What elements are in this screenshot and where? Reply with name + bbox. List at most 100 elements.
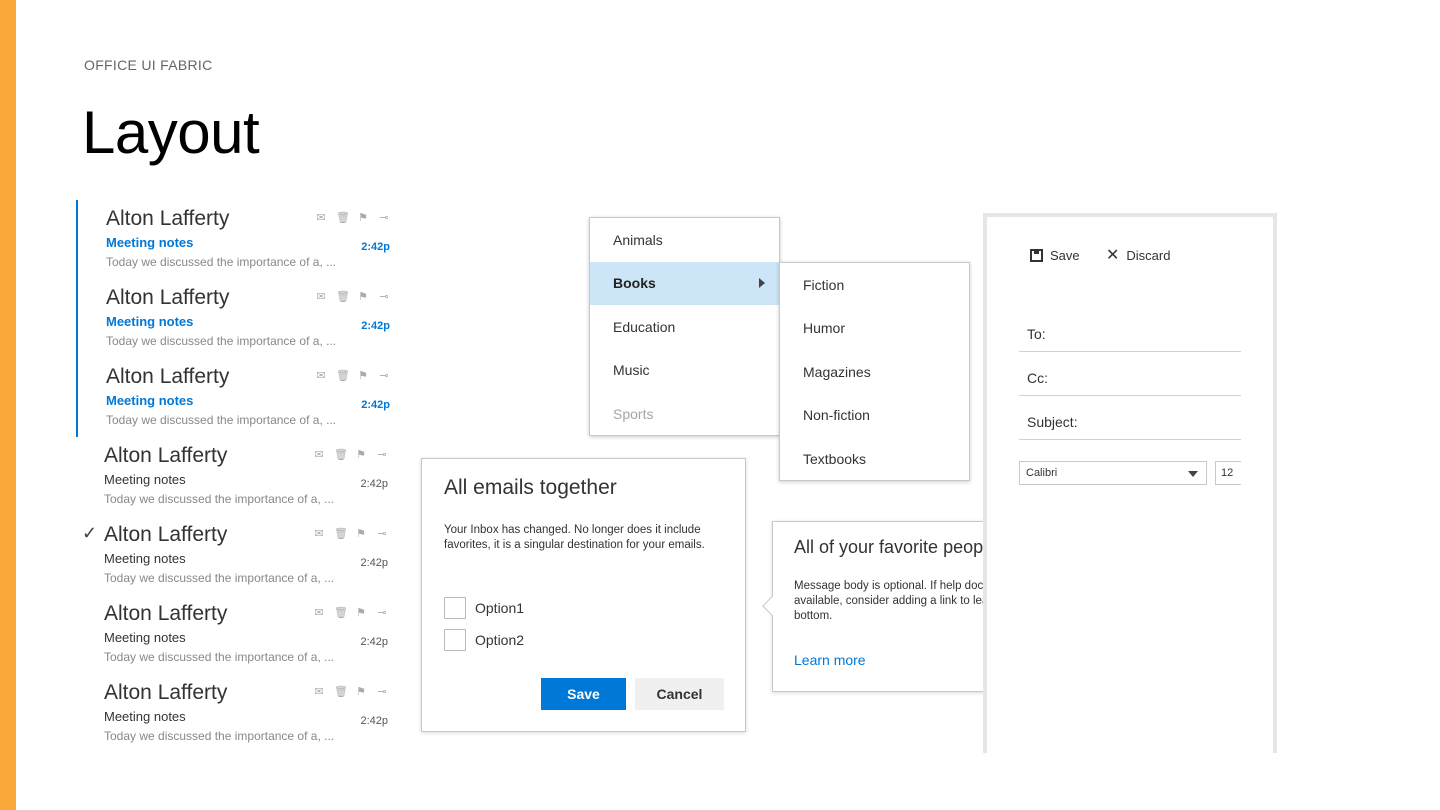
sender-name: Alton Lafferty [104, 602, 228, 625]
checkbox-box[interactable] [444, 597, 466, 619]
submenu: Fiction Humor Magazines Non-fiction Text… [779, 262, 970, 481]
mail-list-item[interactable]: Alton Lafferty Meeting notes 2:42p Today we… [76, 674, 396, 753]
pin-icon[interactable]: ⊸ [378, 369, 390, 382]
trash-icon[interactable]: 🗑 [334, 527, 348, 540]
option1-checkbox[interactable]: Option1 [444, 597, 524, 619]
menu-item-label: Sports [613, 405, 654, 422]
mail-subject: Meeting notes [104, 472, 186, 487]
mail-item-content: Alton Lafferty Meeting notes 2:42p Today we… [104, 437, 394, 516]
flag-icon[interactable]: ⚑ [355, 527, 367, 540]
chevron-right-icon [759, 277, 765, 288]
save-button[interactable]: Save [541, 678, 626, 710]
discard-label: Discard [1126, 248, 1171, 263]
mail-item-content: Alton Lafferty Meeting notes 2:42p Today we… [106, 200, 396, 279]
mail-icon[interactable]: ✉ [313, 527, 325, 540]
menu-item-education[interactable]: Education [590, 305, 779, 349]
mail-time: 2:42p [361, 241, 390, 253]
flag-icon[interactable]: ⚑ [355, 685, 367, 698]
menu-item-music[interactable]: Music [590, 349, 779, 393]
submenu-item-non-fiction[interactable]: Non-fiction [780, 394, 969, 438]
cc-field[interactable]: Cc: [1019, 352, 1241, 396]
accent-bar [0, 0, 16, 810]
checkbox-box[interactable] [444, 629, 466, 651]
mail-subject: Meeting notes [106, 314, 194, 329]
mail-icon[interactable]: ✉ [313, 606, 325, 619]
option2-checkbox[interactable]: Option2 [444, 629, 524, 651]
sender-name: Alton Lafferty [104, 523, 228, 546]
mail-list-item[interactable]: Alton Lafferty Meeting notes 2:42p Today we… [76, 358, 396, 437]
discard-button[interactable]: ✕ Discard [1106, 248, 1171, 264]
context-menu: Animals Books Education Music Sports [589, 217, 780, 436]
mail-actions: ✉ 🗑 ⚑ ⊸ [315, 290, 390, 303]
trash-icon[interactable]: 🗑 [334, 606, 348, 619]
mail-time: 2:42p [360, 478, 388, 490]
pin-icon[interactable]: ⊸ [378, 290, 390, 303]
mail-subject: Meeting notes [104, 630, 186, 645]
mail-preview: Today we discussed the importance of a, … [106, 413, 337, 427]
trash-icon[interactable]: 🗑 [334, 448, 348, 461]
mail-item-content: Alton Lafferty Meeting notes 2:42p Today we… [106, 279, 396, 358]
flag-icon[interactable]: ⚑ [357, 211, 369, 224]
font-family-dropdown[interactable]: Calibri [1019, 461, 1207, 485]
mail-list-item[interactable]: Alton Lafferty Meeting notes 2:42p Today we… [76, 595, 396, 674]
submenu-item-textbooks[interactable]: Textbooks [780, 437, 969, 481]
menu-item-label: Books [613, 275, 656, 292]
dialog-body: Your Inbox has changed. No longer does i… [444, 524, 705, 551]
mail-icon[interactable]: ✉ [313, 685, 325, 698]
mail-preview: Today we discussed the importance of a, … [106, 255, 337, 269]
flag-icon[interactable]: ⚑ [355, 448, 367, 461]
mail-list-item[interactable]: Alton Lafferty Meeting notes 2:42p Today we… [76, 516, 396, 595]
menu-item-animals[interactable]: Animals [590, 218, 779, 262]
compose-save-button[interactable]: Save [1030, 248, 1080, 263]
dialog: All emails together Your Inbox has chang… [421, 458, 746, 732]
pin-icon[interactable]: ⊸ [376, 448, 388, 461]
mail-icon[interactable]: ✉ [315, 290, 327, 303]
menu-item-books[interactable]: Books [590, 261, 779, 305]
sender-name: Alton Lafferty [106, 365, 230, 388]
flag-icon[interactable]: ⚑ [357, 369, 369, 382]
mail-actions: ✉ 🗑 ⚑ ⊸ [313, 685, 388, 698]
subject-label: Subject: [1027, 414, 1078, 430]
submenu-item-label: Non-fiction [803, 407, 870, 424]
pin-icon[interactable]: ⊸ [376, 606, 388, 619]
flag-icon[interactable]: ⚑ [355, 606, 367, 619]
mail-list-item[interactable]: Alton Lafferty Meeting notes 2:42p Today we… [76, 437, 396, 516]
compose-save-label: Save [1050, 248, 1080, 263]
trash-icon[interactable]: 🗑 [336, 290, 350, 303]
mail-actions: ✉ 🗑 ⚑ ⊸ [315, 211, 390, 224]
mail-subject: Meeting notes [106, 235, 194, 250]
flag-icon[interactable]: ⚑ [357, 290, 369, 303]
submenu-item-humor[interactable]: Humor [780, 307, 969, 351]
pin-icon[interactable]: ⊸ [376, 527, 388, 540]
option1-label: Option1 [475, 600, 525, 616]
mail-item-content: Alton Lafferty Meeting notes 2:42p Today we… [104, 674, 394, 753]
mail-list-item[interactable]: Alton Lafferty Meeting notes 2:42p Today we… [76, 279, 396, 358]
mail-icon[interactable]: ✉ [315, 369, 327, 382]
font-size-dropdown[interactable]: 12 [1215, 461, 1241, 485]
sender-name: Alton Lafferty [106, 207, 230, 230]
learn-more-link[interactable]: Learn more [794, 652, 866, 668]
checkmark-icon[interactable]: ✓ [82, 523, 97, 544]
to-field[interactable]: To: [1019, 308, 1241, 352]
trash-icon[interactable]: 🗑 [336, 369, 350, 382]
sender-name: Alton Lafferty [104, 681, 228, 704]
trash-icon[interactable]: 🗑 [334, 685, 348, 698]
cancel-button[interactable]: Cancel [635, 678, 724, 710]
pin-icon[interactable]: ⊸ [378, 211, 390, 224]
mail-preview: Today we discussed the importance of a, … [104, 650, 335, 664]
submenu-item-magazines[interactable]: Magazines [780, 350, 969, 394]
subject-field[interactable]: Subject: [1019, 396, 1241, 440]
mail-icon[interactable]: ✉ [313, 448, 325, 461]
mail-actions: ✉ 🗑 ⚑ ⊸ [313, 448, 388, 461]
mail-icon[interactable]: ✉ [315, 211, 327, 224]
to-label: To: [1027, 326, 1046, 342]
submenu-item-label: Fiction [803, 276, 845, 293]
submenu-item-fiction[interactable]: Fiction [780, 263, 969, 307]
pin-icon[interactable]: ⊸ [376, 685, 388, 698]
compose-pane: Save ✕ Discard To: Cc: Subject: Calibri … [983, 213, 1277, 753]
mail-subject: Meeting notes [104, 709, 186, 724]
mail-time: 2:42p [360, 636, 388, 648]
mail-actions: ✉ 🗑 ⚑ ⊸ [315, 369, 390, 382]
mail-list-item[interactable]: Alton Lafferty Meeting notes 2:42p Today we… [76, 200, 396, 279]
trash-icon[interactable]: 🗑 [336, 211, 350, 224]
